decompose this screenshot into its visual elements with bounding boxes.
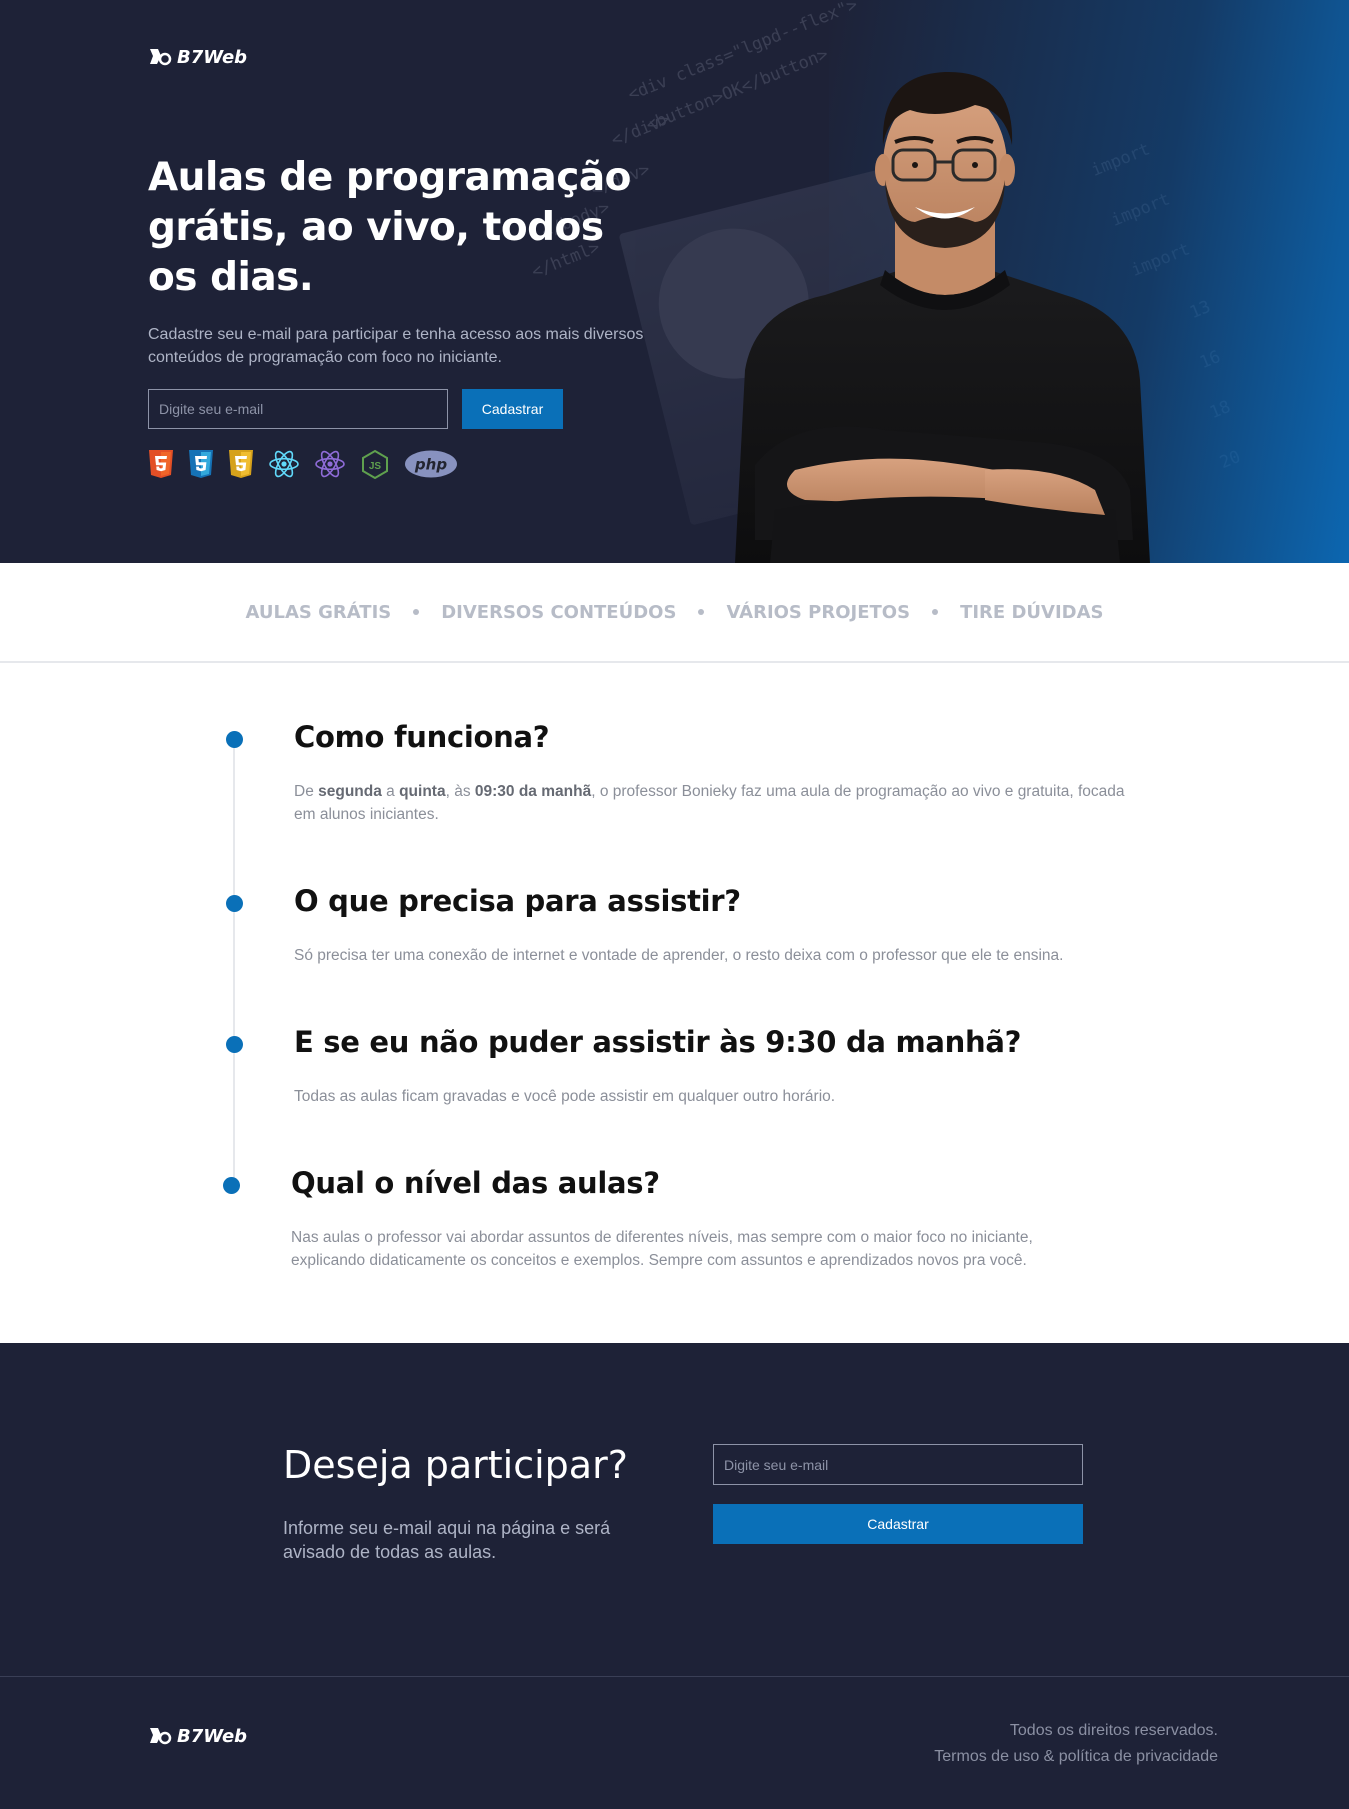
feature-projects: VÁRIOS PROJETOS (726, 601, 911, 623)
instructor-photo (735, 71, 1150, 563)
faq-answer: De segunda a quinta, às 09:30 da manhã, … (294, 783, 1125, 823)
brand-logo[interactable]: B7Web (148, 46, 247, 68)
hero-submit-button[interactable]: Cadastrar (462, 389, 563, 429)
php-icon-label: php (414, 456, 447, 474)
cta-description: Informe seu e-mail aqui na página e será… (283, 1518, 611, 1562)
javascript-icon (228, 449, 254, 479)
feature-separator (413, 609, 420, 615)
cta-submit-button[interactable]: Cadastrar (713, 1504, 1083, 1544)
hero-section: <div class="lgpd--flex"> <button>OK</but… (0, 0, 1349, 563)
hero-description: Cadastre seu e-mail para participar e te… (148, 326, 644, 366)
nodejs-icon: JS (360, 449, 390, 479)
css3-icon (188, 449, 214, 479)
tech-icons: JS php (148, 449, 458, 479)
html5-icon (148, 449, 174, 479)
logo-text: B7Web (177, 1725, 248, 1747)
faq-question: E se eu não puder assistir às 9:30 da ma… (294, 1025, 1022, 1059)
logo-icon (148, 46, 174, 68)
feature-separator (932, 609, 939, 615)
cta-title: Deseja participar? (283, 1443, 628, 1487)
hero-email-input[interactable] (148, 389, 448, 429)
footer-logo[interactable]: B7Web (148, 1725, 247, 1747)
cta-email-input[interactable] (713, 1444, 1083, 1485)
hero-title: Aulas de programação grátis, ao vivo, to… (148, 155, 631, 300)
timeline-dot (223, 1177, 240, 1194)
faq-question: Qual o nível das aulas? (291, 1166, 660, 1200)
react-icon (268, 449, 300, 479)
php-icon: php (404, 449, 458, 479)
faq-answer: Nas aulas o professor vai abordar assunt… (291, 1229, 1033, 1269)
logo-icon (148, 1725, 174, 1747)
logo-text: B7Web (177, 46, 248, 68)
features-bar: AULAS GRÁTIS DIVERSOS CONTEÚDOS VÁRIOS P… (0, 563, 1349, 663)
hero-signup-form: Cadastrar (148, 389, 563, 429)
feature-free-classes: AULAS GRÁTIS (245, 601, 392, 623)
faq-timeline: Como funciona? De segunda a quinta, às 0… (0, 663, 1349, 1343)
feature-diverse-content: DIVERSOS CONTEÚDOS (441, 601, 677, 623)
timeline-line (233, 741, 235, 1187)
footer-rights-link[interactable]: Todos os direitos reservados. (934, 1718, 1218, 1744)
timeline-dot (226, 731, 243, 748)
feature-questions: TIRE DÚVIDAS (960, 601, 1104, 623)
feature-separator (698, 609, 705, 615)
faq-question: Como funciona? (294, 720, 550, 754)
faq-answer: Todas as aulas ficam gravadas e você pod… (294, 1088, 836, 1105)
timeline-dot (226, 1036, 243, 1053)
footer-terms-link[interactable]: Termos de uso & política de privacidade (934, 1744, 1218, 1770)
nodejs-icon-label: JS (369, 461, 382, 472)
faq-question: O que precisa para assistir? (294, 884, 741, 918)
footer: B7Web Todos os direitos reservados. Term… (0, 1677, 1349, 1809)
react-native-icon (314, 449, 346, 479)
cta-section: Deseja participar? Informe seu e-mail aq… (0, 1343, 1349, 1677)
footer-links: Todos os direitos reservados. Termos de … (934, 1718, 1218, 1770)
timeline-dot (226, 895, 243, 912)
faq-answer: Só precisa ter uma conexão de internet e… (294, 947, 1064, 964)
